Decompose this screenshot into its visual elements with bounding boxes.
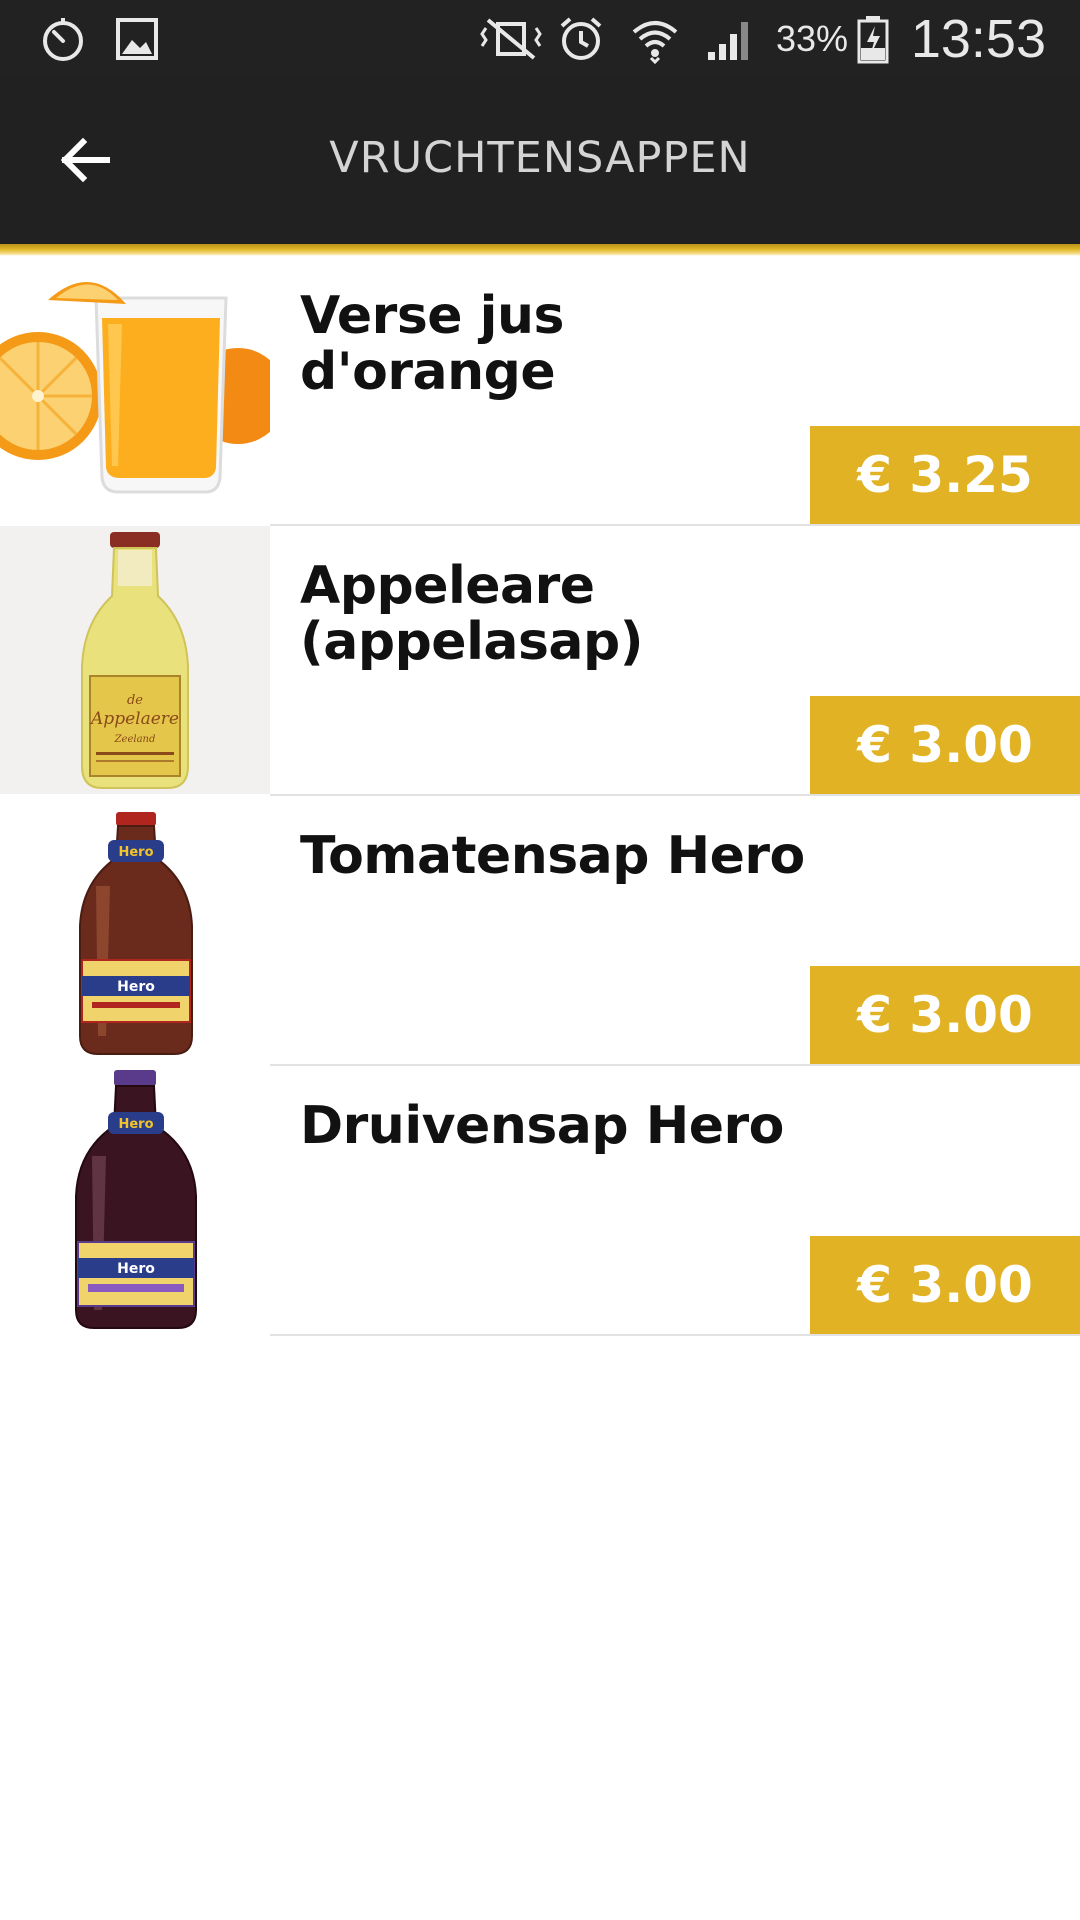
- product-name: Tomatensap Hero: [300, 826, 805, 886]
- product-name: Verse jus d'orange: [300, 286, 564, 402]
- product-image: [0, 256, 270, 524]
- battery-percentage: 33%: [776, 18, 849, 59]
- list-item[interactable]: Hero Hero Druivensap Hero € 3.00: [0, 1066, 1080, 1336]
- product-image: de Appelaere Zeeland: [0, 526, 270, 794]
- status-bar: 33% 13:53: [0, 0, 1080, 78]
- price-badge[interactable]: € 3.00: [810, 966, 1080, 1064]
- signal-icon: [708, 22, 748, 60]
- svg-text:Hero: Hero: [118, 1117, 153, 1132]
- product-image: Hero Hero: [0, 1066, 270, 1334]
- svg-text:Hero: Hero: [118, 845, 153, 860]
- list-item[interactable]: Verse jus d'orange € 3.25: [0, 256, 1080, 526]
- product-name: Appeleare (appelasap): [300, 556, 644, 672]
- svg-text:Zeeland: Zeeland: [114, 734, 156, 745]
- battery-icon: [857, 16, 889, 64]
- svg-text:Hero: Hero: [117, 1261, 155, 1277]
- list-item[interactable]: de Appelaere Zeeland Appeleare (appelasa…: [0, 526, 1080, 796]
- product-image: Hero Hero: [0, 796, 270, 1064]
- status-clock: 13:53: [910, 9, 1046, 69]
- product-name: Druivensap Hero: [300, 1096, 784, 1156]
- product-list: Verse jus d'orange € 3.25 de Appelaere Z…: [0, 256, 1080, 1336]
- row-divider: [270, 1334, 1080, 1336]
- list-item[interactable]: Hero Hero Tomatensap Hero € 3.00: [0, 796, 1080, 1066]
- image-icon: [116, 18, 158, 60]
- price-badge[interactable]: € 3.25: [810, 426, 1080, 524]
- svg-text:Hero: Hero: [117, 979, 155, 995]
- timer-icon: [43, 18, 83, 61]
- price-badge[interactable]: € 3.00: [810, 696, 1080, 794]
- accent-strip: [0, 244, 1080, 256]
- svg-text:Appelaere: Appelaere: [89, 709, 179, 729]
- alarm-icon: [560, 17, 602, 60]
- page-title: VRUCHTENSAPPEN: [329, 133, 751, 183]
- wifi-icon: [632, 21, 678, 64]
- app-bar: VRUCHTENSAPPEN: [0, 78, 1080, 244]
- vibrate-icon: [480, 18, 542, 60]
- price-badge[interactable]: € 3.00: [810, 1236, 1080, 1334]
- svg-text:de: de: [127, 693, 143, 708]
